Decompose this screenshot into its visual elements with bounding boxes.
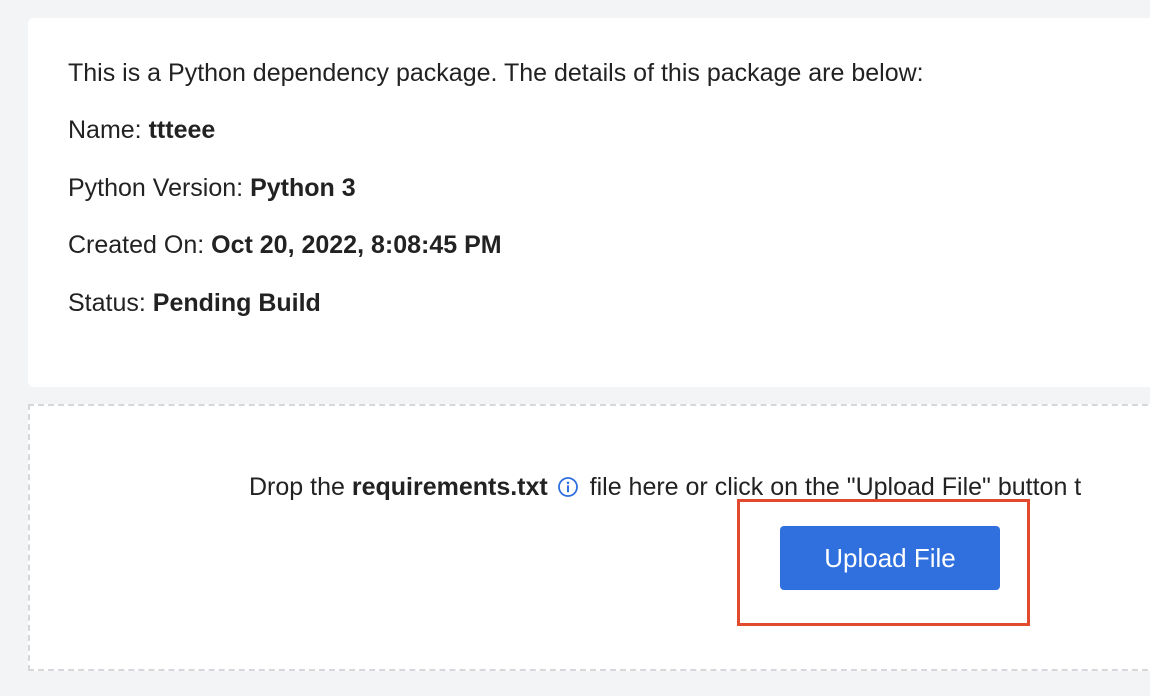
status-label: Status: bbox=[68, 289, 146, 317]
python-version-label: Python Version: bbox=[68, 174, 244, 202]
python-version-row: Python Version: Python 3 bbox=[68, 173, 356, 203]
created-on-row: Created On: Oct 20, 2022, 8:08:45 PM bbox=[68, 230, 502, 260]
package-intro-text: This is a Python dependency package. The… bbox=[68, 59, 924, 87]
package-name-row: Name: ttteee bbox=[68, 115, 215, 145]
drop-instructions: Drop the requirements.txt file here or c… bbox=[249, 472, 1081, 502]
created-on-value: Oct 20, 2022, 8:08:45 PM bbox=[211, 231, 502, 259]
python-version-value: Python 3 bbox=[250, 174, 356, 202]
file-drop-zone[interactable]: Drop the requirements.txt file here or c… bbox=[28, 404, 1150, 671]
drop-text-after: file here or click on the "Upload File" … bbox=[589, 473, 1082, 501]
requirements-filename: requirements.txt bbox=[351, 473, 548, 501]
status-row: Status: Pending Build bbox=[68, 288, 321, 318]
created-on-label: Created On: bbox=[68, 231, 205, 259]
package-name-label: Name: bbox=[68, 116, 142, 144]
drop-text-before: Drop the bbox=[249, 473, 345, 501]
upload-file-button[interactable]: Upload File bbox=[780, 526, 1000, 590]
status-value: Pending Build bbox=[152, 289, 321, 317]
package-name-value: ttteee bbox=[148, 116, 216, 144]
info-circle-icon[interactable] bbox=[557, 475, 579, 497]
package-details-card: This is a Python dependency package. The… bbox=[28, 18, 1150, 387]
